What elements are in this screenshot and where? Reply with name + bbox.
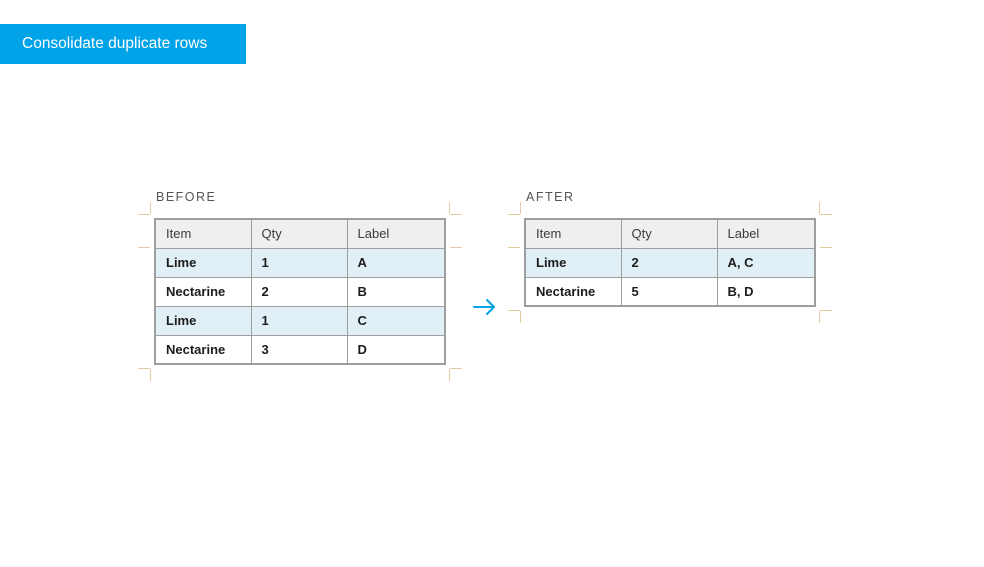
- table-cell: Lime: [525, 248, 621, 277]
- table-cell: A, C: [717, 248, 815, 277]
- table-row: Lime2A, C: [525, 248, 815, 277]
- table-cell: Lime: [155, 248, 251, 277]
- before-caption: BEFORE: [156, 190, 450, 204]
- after-tbody: Lime2A, CNectarine5B, D: [525, 248, 815, 306]
- table-row: Lime1A: [155, 248, 445, 277]
- table-cell: Lime: [155, 306, 251, 335]
- table-cell: 2: [621, 248, 717, 277]
- table-cell: Nectarine: [155, 335, 251, 364]
- table-cell: Nectarine: [155, 277, 251, 306]
- table-cell: C: [347, 306, 445, 335]
- col-header-label: Label: [717, 219, 815, 248]
- before-tbody: Lime1ANectarine2BLime1CNectarine3D: [155, 248, 445, 364]
- table-row: Nectarine2B: [155, 277, 445, 306]
- before-panel: BEFORE Item Qty Label Lime1ANectarine2BL…: [150, 190, 450, 369]
- table-cell: A: [347, 248, 445, 277]
- page-title: Consolidate duplicate rows: [0, 24, 246, 64]
- table-row: Nectarine3D: [155, 335, 445, 364]
- table-cell: 1: [251, 248, 347, 277]
- col-header-item: Item: [525, 219, 621, 248]
- table-cell: 2: [251, 277, 347, 306]
- table-row: Nectarine5B, D: [525, 277, 815, 306]
- table-cell: Nectarine: [525, 277, 621, 306]
- table-cell: B, D: [717, 277, 815, 306]
- col-header-label: Label: [347, 219, 445, 248]
- col-header-qty: Qty: [621, 219, 717, 248]
- table-header-row: Item Qty Label: [525, 219, 815, 248]
- diagram: BEFORE Item Qty Label Lime1ANectarine2BL…: [150, 190, 820, 369]
- after-panel: AFTER Item Qty Label Lime2A, CNectarine5…: [520, 190, 820, 311]
- col-header-item: Item: [155, 219, 251, 248]
- after-table: Item Qty Label Lime2A, CNectarine5B, D: [524, 218, 816, 307]
- table-cell: 5: [621, 277, 717, 306]
- table-header-row: Item Qty Label: [155, 219, 445, 248]
- before-table-wrap: Item Qty Label Lime1ANectarine2BLime1CNe…: [150, 214, 450, 369]
- arrow-right-icon: [450, 190, 520, 369]
- page-title-text: Consolidate duplicate rows: [22, 35, 207, 53]
- col-header-qty: Qty: [251, 219, 347, 248]
- table-cell: 3: [251, 335, 347, 364]
- after-table-wrap: Item Qty Label Lime2A, CNectarine5B, D: [520, 214, 820, 311]
- table-cell: D: [347, 335, 445, 364]
- before-table: Item Qty Label Lime1ANectarine2BLime1CNe…: [154, 218, 446, 365]
- table-cell: 1: [251, 306, 347, 335]
- table-cell: B: [347, 277, 445, 306]
- after-caption: AFTER: [526, 190, 820, 204]
- table-row: Lime1C: [155, 306, 445, 335]
